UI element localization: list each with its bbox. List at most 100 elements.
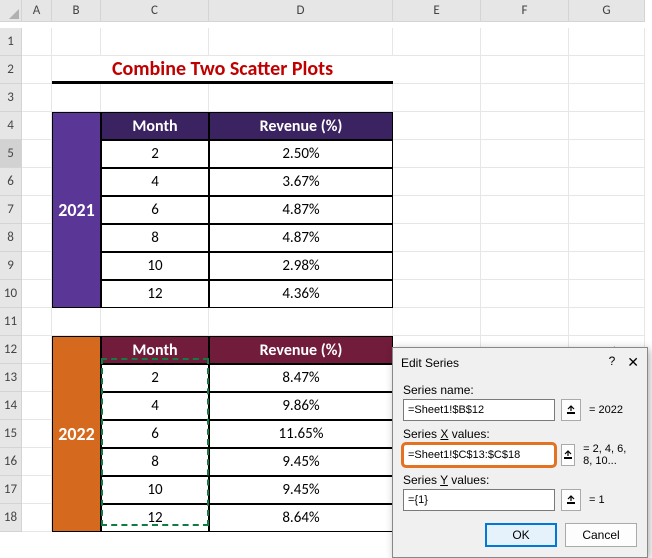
table2-month-header[interactable]: Month (101, 336, 209, 364)
row-header-7[interactable]: 7 (0, 196, 22, 224)
cell[interactable] (481, 196, 569, 224)
table2-month[interactable]: 4 (101, 392, 209, 420)
cell[interactable] (569, 196, 645, 224)
cell[interactable] (569, 280, 645, 308)
table2-rev[interactable]: 8.47% (209, 364, 393, 392)
cell[interactable] (22, 224, 52, 252)
cell[interactable] (569, 168, 645, 196)
table1-revenue-header[interactable]: Revenue (%) (209, 112, 393, 140)
row-header-12[interactable]: 12 (0, 336, 22, 364)
row-header-5[interactable]: 5 (0, 140, 22, 168)
cell[interactable] (569, 84, 645, 112)
cell[interactable] (569, 28, 645, 56)
table1-rev[interactable]: 2.50% (209, 140, 393, 168)
cell[interactable] (22, 28, 52, 56)
cell[interactable] (481, 112, 569, 140)
cell[interactable] (22, 280, 52, 308)
table2-revenue-header[interactable]: Revenue (%) (209, 336, 393, 364)
table2-rev[interactable]: 11.65% (209, 420, 393, 448)
cell[interactable] (209, 28, 393, 56)
cell[interactable] (22, 112, 52, 140)
col-header-D[interactable]: D (209, 0, 393, 22)
row-header-15[interactable]: 15 (0, 420, 22, 448)
cell[interactable] (569, 56, 645, 84)
table1-rev[interactable]: 4.87% (209, 224, 393, 252)
cell[interactable] (481, 84, 569, 112)
year-2021-cell[interactable]: 2021 (52, 112, 101, 308)
row-header-11[interactable]: 11 (0, 308, 22, 336)
cell[interactable] (393, 224, 481, 252)
row-header-9[interactable]: 9 (0, 252, 22, 280)
cell[interactable] (22, 168, 52, 196)
collapse-dialog-button[interactable] (561, 399, 581, 421)
row-header-10[interactable]: 10 (0, 280, 22, 308)
row-header-14[interactable]: 14 (0, 392, 22, 420)
row-header-16[interactable]: 16 (0, 448, 22, 476)
row-header-2[interactable]: 2 (0, 56, 22, 84)
cell[interactable] (569, 140, 645, 168)
cell[interactable] (101, 84, 209, 112)
cell[interactable] (52, 28, 101, 56)
series-name-input[interactable] (403, 399, 555, 421)
collapse-dialog-button[interactable] (561, 444, 575, 466)
series-x-input[interactable] (403, 444, 555, 466)
table2-rev[interactable]: 8.64% (209, 504, 393, 532)
cell[interactable] (22, 56, 52, 84)
table1-rev[interactable]: 3.67% (209, 168, 393, 196)
cell[interactable] (569, 224, 645, 252)
table2-month[interactable]: 2 (101, 364, 209, 392)
cell[interactable] (393, 252, 481, 280)
cell[interactable] (393, 308, 481, 336)
cell[interactable] (22, 336, 52, 364)
row-header-8[interactable]: 8 (0, 224, 22, 252)
cell[interactable] (481, 28, 569, 56)
cell[interactable] (101, 308, 209, 336)
table1-month[interactable]: 6 (101, 196, 209, 224)
table2-rev[interactable]: 9.86% (209, 392, 393, 420)
row-header-13[interactable]: 13 (0, 364, 22, 392)
table1-rev[interactable]: 4.36% (209, 280, 393, 308)
cell[interactable] (569, 112, 645, 140)
col-header-A[interactable]: A (22, 0, 52, 22)
table1-rev[interactable]: 2.98% (209, 252, 393, 280)
cell[interactable] (393, 28, 481, 56)
cell[interactable] (393, 56, 481, 84)
table1-month[interactable]: 2 (101, 140, 209, 168)
cell[interactable] (569, 308, 645, 336)
select-all-corner[interactable] (0, 0, 22, 22)
row-header-6[interactable]: 6 (0, 168, 22, 196)
table2-month[interactable]: 12 (101, 504, 209, 532)
year-2022-cell[interactable]: 2022 (52, 336, 101, 532)
cancel-button[interactable]: Cancel (565, 523, 637, 547)
col-header-C[interactable]: C (101, 0, 209, 22)
table1-rev[interactable]: 4.87% (209, 196, 393, 224)
row-header-17[interactable]: 17 (0, 476, 22, 504)
table2-month[interactable]: 8 (101, 448, 209, 476)
col-header-B[interactable]: B (52, 0, 101, 22)
table2-rev[interactable]: 9.45% (209, 448, 393, 476)
table1-month[interactable]: 4 (101, 168, 209, 196)
table2-month[interactable]: 10 (101, 476, 209, 504)
cell[interactable] (393, 84, 481, 112)
ok-button[interactable]: OK (485, 523, 557, 547)
table1-month[interactable]: 10 (101, 252, 209, 280)
cell[interactable] (22, 476, 52, 504)
cell[interactable] (481, 252, 569, 280)
cell[interactable] (22, 364, 52, 392)
cell[interactable] (393, 280, 481, 308)
row-header-4[interactable]: 4 (0, 112, 22, 140)
help-icon[interactable]: ? (609, 354, 616, 371)
series-y-input[interactable] (403, 489, 555, 511)
cell[interactable] (393, 140, 481, 168)
collapse-dialog-button[interactable] (561, 489, 581, 511)
cell[interactable] (22, 392, 52, 420)
cell[interactable] (22, 448, 52, 476)
cell[interactable] (22, 308, 52, 336)
table2-month[interactable]: 6 (101, 420, 209, 448)
cell[interactable] (209, 84, 393, 112)
cell[interactable] (209, 308, 393, 336)
col-header-F[interactable]: F (481, 0, 569, 22)
close-icon[interactable]: ✕ (627, 354, 639, 371)
cell[interactable] (52, 84, 101, 112)
col-header-E[interactable]: E (393, 0, 481, 22)
